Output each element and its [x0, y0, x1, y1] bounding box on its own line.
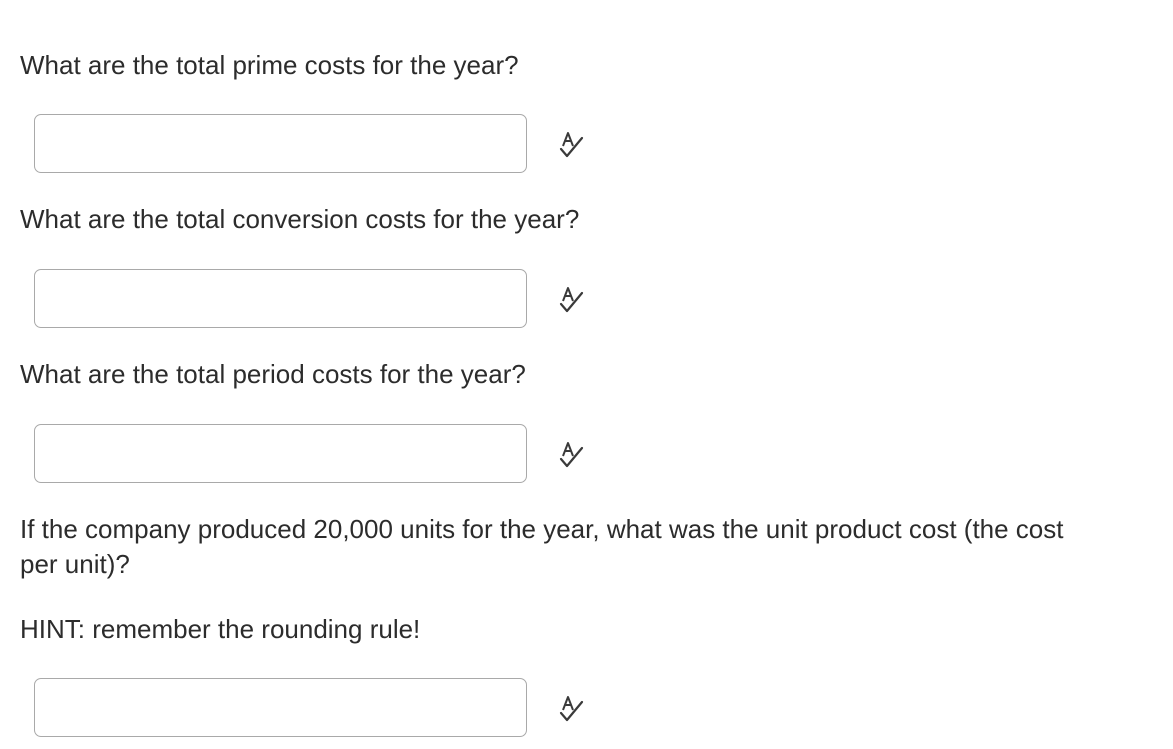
question-2-answer-input[interactable]	[34, 269, 527, 328]
spellcheck-icon[interactable]	[557, 285, 587, 315]
question-4-hint: HINT: remember the rounding rule!	[20, 614, 421, 644]
spellcheck-icon[interactable]	[557, 440, 587, 470]
question-1-answer-input[interactable]	[34, 114, 527, 173]
question-3-text: What are the total period costs for the …	[20, 359, 526, 389]
question-4-answer-input[interactable]	[34, 678, 527, 737]
spellcheck-icon[interactable]	[557, 694, 587, 724]
question-4-text: If the company produced 20,000 units for…	[20, 514, 1064, 579]
question-1-text: What are the total prime costs for the y…	[20, 50, 519, 80]
spellcheck-icon[interactable]	[557, 130, 587, 160]
question-3-answer-input[interactable]	[34, 424, 527, 483]
question-2-text: What are the total conversion costs for …	[20, 204, 580, 234]
